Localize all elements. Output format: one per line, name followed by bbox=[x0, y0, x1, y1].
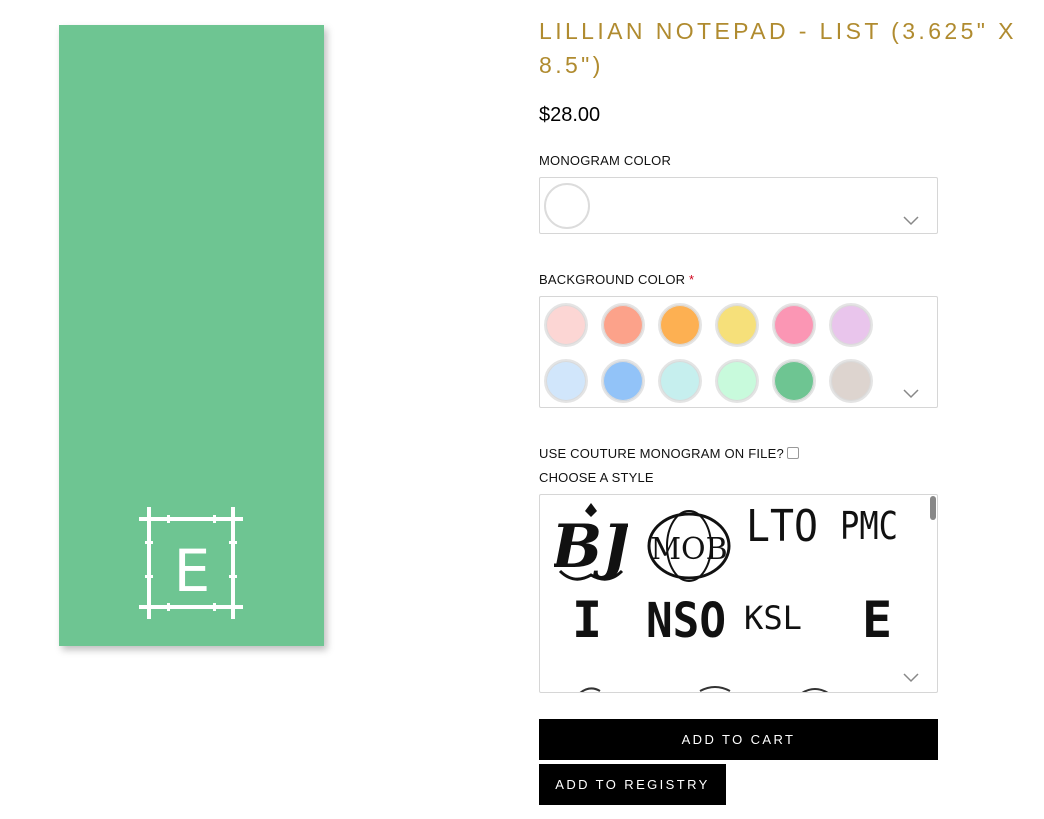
style-option-3[interactable]: LTO bbox=[744, 501, 820, 545]
style-option-4[interactable]: PMC bbox=[838, 501, 900, 545]
background-color-select[interactable] bbox=[539, 296, 938, 408]
couture-monogram-label: USE COUTURE MONOGRAM ON FILE? bbox=[539, 446, 784, 461]
monogram-color-label: MONOGRAM COLOR bbox=[539, 153, 672, 168]
monogram-style-select[interactable]: BJ MOB LTO PMC I NSO KSL E bbox=[539, 494, 938, 693]
background-swatch-3[interactable] bbox=[658, 303, 702, 347]
add-to-cart-button[interactable]: ADD TO CART bbox=[539, 719, 938, 760]
add-to-registry-button[interactable]: ADD TO REGISTRY bbox=[539, 764, 726, 805]
bamboo-monogram-icon: E bbox=[139, 507, 243, 619]
svg-text:E: E bbox=[862, 593, 892, 643]
background-color-label-text: BACKGROUND COLOR bbox=[539, 272, 686, 287]
couture-monogram-row: USE COUTURE MONOGRAM ON FILE? bbox=[539, 446, 799, 461]
product-price: $28.00 bbox=[539, 104, 601, 126]
chevron-down-icon[interactable] bbox=[903, 389, 919, 399]
background-swatch-11[interactable] bbox=[772, 359, 816, 403]
style-option-7[interactable]: KSL bbox=[742, 599, 804, 635]
background-swatch-2[interactable] bbox=[601, 303, 645, 347]
svg-text:LTO: LTO bbox=[746, 501, 818, 545]
chevron-down-icon[interactable] bbox=[903, 216, 919, 226]
style-option-6[interactable]: NSO bbox=[644, 593, 728, 643]
svg-text:PMC: PMC bbox=[840, 504, 898, 545]
product-title: LILLIAN NOTEPAD - LIST (3.625" X 8.5") bbox=[539, 18, 1017, 78]
couture-monogram-checkbox[interactable] bbox=[786, 447, 799, 459]
svg-text:BJ: BJ bbox=[554, 512, 628, 582]
monogram-color-swatch-white[interactable] bbox=[544, 183, 590, 229]
background-color-label: BACKGROUND COLOR * bbox=[539, 272, 694, 287]
svg-text:I: I bbox=[574, 593, 600, 643]
style-option-1[interactable]: BJ bbox=[554, 501, 628, 585]
monogram-color-select[interactable] bbox=[539, 177, 938, 234]
svg-text:KSL: KSL bbox=[744, 599, 802, 635]
chevron-down-icon[interactable] bbox=[903, 673, 919, 683]
background-swatch-6[interactable] bbox=[829, 303, 873, 347]
background-swatch-4[interactable] bbox=[715, 303, 759, 347]
style-option-2[interactable]: MOB bbox=[644, 507, 734, 585]
background-swatch-12[interactable] bbox=[829, 359, 873, 403]
background-swatch-7[interactable] bbox=[544, 359, 588, 403]
required-asterisk: * bbox=[689, 272, 695, 287]
style-options-next-row bbox=[579, 686, 829, 692]
background-swatch-1[interactable] bbox=[544, 303, 588, 347]
background-swatch-5[interactable] bbox=[772, 303, 816, 347]
style-option-5[interactable]: I bbox=[574, 593, 600, 643]
svg-text:NSO: NSO bbox=[646, 593, 726, 643]
style-scrollbar[interactable] bbox=[930, 496, 936, 520]
product-preview-image: E bbox=[59, 25, 324, 646]
background-swatch-10[interactable] bbox=[715, 359, 759, 403]
background-swatch-9[interactable] bbox=[658, 359, 702, 403]
monogram-letter: E bbox=[174, 537, 211, 605]
svg-text:MOB: MOB bbox=[650, 532, 727, 567]
choose-style-label: CHOOSE A STYLE bbox=[539, 470, 654, 485]
style-option-8[interactable]: E bbox=[862, 593, 892, 643]
background-swatch-8[interactable] bbox=[601, 359, 645, 403]
